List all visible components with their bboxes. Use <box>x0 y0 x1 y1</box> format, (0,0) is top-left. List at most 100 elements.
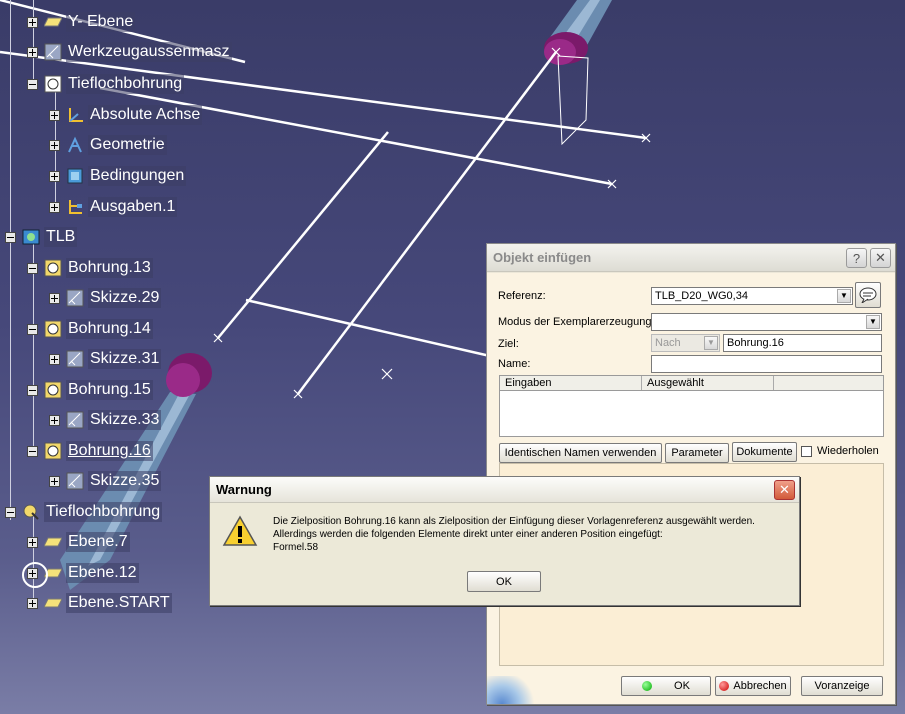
hole-icon <box>44 259 62 277</box>
hole-icon <box>44 442 62 460</box>
io-list[interactable] <box>499 391 884 437</box>
sketch-icon <box>66 350 84 368</box>
expand-icon[interactable] <box>49 139 60 151</box>
tree-item-bohrung-16[interactable]: Bohrung.16 <box>27 439 153 463</box>
chevron-down-icon[interactable]: ▼ <box>866 315 880 329</box>
expand-icon[interactable] <box>49 475 60 487</box>
dokumente-button[interactable]: Dokumente <box>732 442 797 462</box>
warning-dialog: Warnung ✕ Die Zielposition Bohrung.16 ka… <box>209 476 800 606</box>
expand-icon[interactable] <box>49 170 60 182</box>
column-eingaben[interactable]: Eingaben <box>500 376 642 390</box>
wiederholen-checkbox[interactable] <box>801 446 812 457</box>
expand-icon[interactable] <box>27 16 38 28</box>
collapse-icon[interactable] <box>27 445 38 457</box>
tree-item-label: Bohrung.15 <box>66 380 153 400</box>
tree-item-geometrie[interactable]: Geometrie <box>49 133 167 157</box>
axis-icon <box>66 106 84 124</box>
ziel-field[interactable]: Bohrung.16 <box>723 334 882 352</box>
io-list-header: Eingaben Ausgewählt <box>499 375 884 391</box>
dialog-titlebar[interactable]: Objekt einfügen ? ✕ <box>487 244 895 272</box>
sketch-icon <box>66 411 84 429</box>
green-dot-icon <box>642 681 653 691</box>
expand-icon[interactable] <box>49 109 60 121</box>
tree-item-bohrung-15[interactable]: Bohrung.15 <box>27 378 153 402</box>
expand-icon[interactable] <box>27 46 38 58</box>
upper-pipe <box>544 0 612 146</box>
tree-item-skizze-31[interactable]: Skizze.31 <box>49 347 162 371</box>
expand-icon[interactable] <box>49 201 60 213</box>
cancel-label: Abbrechen <box>733 680 787 692</box>
insert-object-dialog: Objekt einfügen ? ✕ Referenz: TLB_D20_WG… <box>486 243 896 705</box>
tree-item-label: Bedingungen <box>88 166 187 186</box>
tree-item-tlb[interactable]: TLB <box>5 225 78 249</box>
speech-bubble-icon <box>859 287 877 303</box>
warning-close-button[interactable]: ✕ <box>774 480 795 500</box>
collapse-icon[interactable] <box>27 78 38 90</box>
tree-item-bohrung-13[interactable]: Bohrung.13 <box>27 256 153 280</box>
tree-item-werkzeugaussenmasz[interactable]: Werkzeugaussenmasz <box>27 40 232 64</box>
tree-item-ausgaben[interactable]: Ausgaben.1 <box>49 195 178 219</box>
collapse-icon[interactable] <box>27 323 38 335</box>
warning-ok-button[interactable]: OK <box>467 571 541 592</box>
warning-titlebar[interactable]: Warnung ✕ <box>210 477 799 503</box>
tree-item-label: Werkzeugaussenmasz <box>66 42 232 62</box>
chevron-down-icon[interactable]: ▼ <box>704 336 718 350</box>
outputs-icon <box>66 198 84 216</box>
tree-item-y-ebene[interactable]: Y- Ebene <box>27 10 136 34</box>
selection-circle-icon <box>22 562 48 588</box>
identical-names-button[interactable]: Identischen Namen verwenden <box>499 443 662 463</box>
tree-item-bedingungen[interactable]: Bedingungen <box>49 164 187 188</box>
referenz-combobox[interactable]: TLB_D20_WG0,34 ▼ <box>651 287 853 305</box>
tree-item-label: Ebene.12 <box>66 563 139 583</box>
tree-item-label: Absolute Achse <box>88 105 203 125</box>
name-field[interactable] <box>651 355 882 373</box>
modus-combobox[interactable]: ▼ <box>651 313 882 331</box>
tree-item-bohrung-14[interactable]: Bohrung.14 <box>27 317 153 341</box>
expand-icon[interactable] <box>49 414 60 426</box>
ziel-mode-value: Nach <box>655 337 681 349</box>
ok-button[interactable]: OK <box>621 676 711 696</box>
column-ausgewaehlt[interactable]: Ausgewählt <box>642 376 774 390</box>
referenz-value: TLB_D20_WG0,34 <box>655 290 748 302</box>
sketch-icon <box>66 289 84 307</box>
modus-label: Modus der Exemplarerzeugung: <box>498 316 655 328</box>
wiederholen-label: Wiederholen <box>817 445 879 457</box>
dialog-title: Objekt einfügen <box>493 250 592 265</box>
expand-icon[interactable] <box>49 292 60 304</box>
cancel-button[interactable]: Abbrechen <box>715 676 791 696</box>
geometry-icon <box>66 136 84 154</box>
plane-icon <box>44 594 62 612</box>
chevron-down-icon[interactable]: ▼ <box>837 289 851 303</box>
collapse-icon[interactable] <box>27 384 38 396</box>
tree-item-ebene-start[interactable]: Ebene.START <box>27 591 172 615</box>
tree-item-absolute-achse[interactable]: Absolute Achse <box>49 103 203 127</box>
ziel-mode-combobox[interactable]: Nach ▼ <box>651 334 720 352</box>
expand-icon[interactable] <box>27 597 38 609</box>
tree-item-skizze-29[interactable]: Skizze.29 <box>49 286 162 310</box>
tree-item-label: TLB <box>44 227 78 247</box>
tree-item-tieflochbohrung[interactable]: Tieflochbohrung <box>27 72 185 96</box>
tree-item-skizze-33[interactable]: Skizze.33 <box>49 408 162 432</box>
close-button[interactable]: ✕ <box>870 248 891 268</box>
globe-icon <box>487 676 537 704</box>
tree-item-skizze-35[interactable]: Skizze.35 <box>49 469 162 493</box>
help-button[interactable]: ? <box>846 248 867 268</box>
warning-icon <box>222 515 258 546</box>
pointer-icon <box>22 503 40 521</box>
tree-item-tieflochbohrung-2[interactable]: Tieflochbohrung <box>5 500 163 524</box>
tree-item-label: Bohrung.13 <box>66 258 153 278</box>
expand-icon[interactable] <box>49 353 60 365</box>
warning-message-line-3: Formel.58 <box>273 542 319 553</box>
hole-icon <box>44 320 62 338</box>
collapse-icon[interactable] <box>27 262 38 274</box>
tree-item-label: Ebene.7 <box>66 532 130 552</box>
speech-bubble-button[interactable] <box>855 282 881 308</box>
parameter-button[interactable]: Parameter <box>665 443 729 463</box>
constraints-icon <box>66 167 84 185</box>
preview-button[interactable]: Voranzeige <box>801 676 883 696</box>
tree-item-ebene-7[interactable]: Ebene.7 <box>27 530 130 554</box>
expand-icon[interactable] <box>27 536 38 548</box>
ziel-label: Ziel: <box>498 338 519 350</box>
collapse-icon[interactable] <box>5 506 16 518</box>
collapse-icon[interactable] <box>5 231 16 243</box>
